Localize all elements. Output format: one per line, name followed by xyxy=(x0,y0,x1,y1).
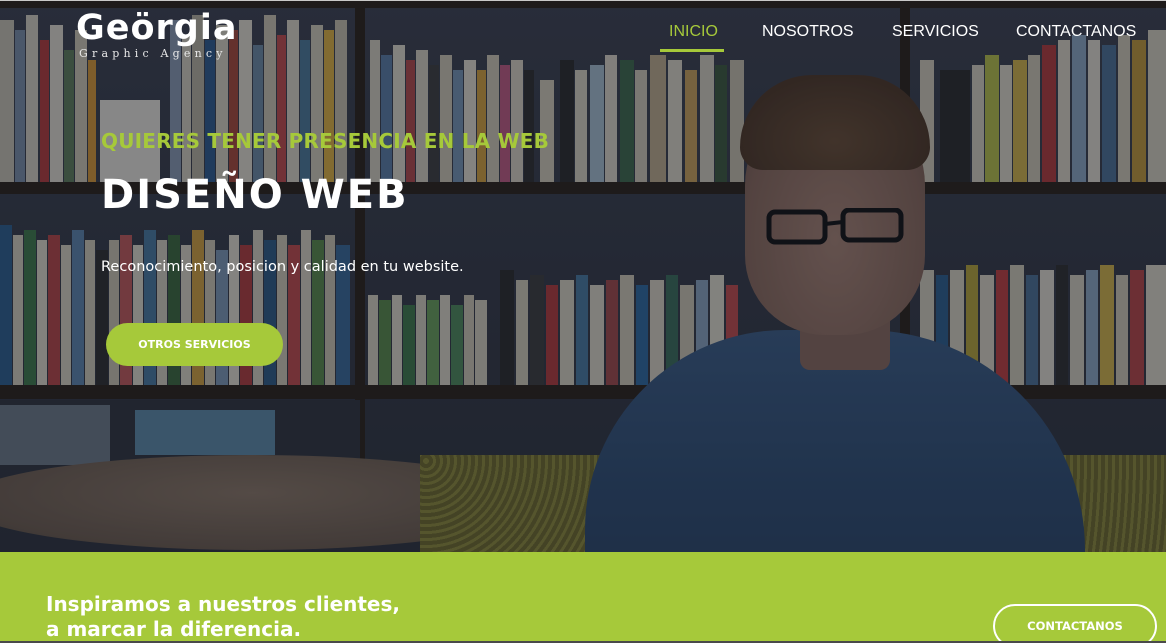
hero-headline: DISEÑO WEB xyxy=(101,172,409,218)
top-border xyxy=(0,0,1166,1)
hero-kicker: QUIERES TENER PRESENCIA EN LA WEB xyxy=(101,129,550,153)
hero-section xyxy=(0,0,1166,552)
band-title-line-2: a marcar la diferencia. xyxy=(46,617,302,641)
logo-tagline: Graphic Agency xyxy=(79,47,227,60)
other-services-button[interactable]: OTROS SERVICIOS xyxy=(106,323,283,366)
band-title-line-1: Inspiramos a nuestros clientes, xyxy=(46,592,400,616)
nav-item-servicios[interactable]: SERVICIOS xyxy=(892,21,979,51)
nav-item-contactanos[interactable]: CONTACTANOS xyxy=(1016,21,1136,51)
hero-subtext: Reconocimiento, posicion y calidad en tu… xyxy=(101,259,464,275)
logo-name: Geörgia xyxy=(76,8,238,48)
nav-active-indicator xyxy=(660,49,724,52)
cta-band: Inspiramos a nuestros clientes, a marcar… xyxy=(0,552,1166,643)
hero-overlay xyxy=(0,0,1166,552)
nav-item-nosotros[interactable]: NOSOTROS xyxy=(762,21,854,51)
contact-button[interactable]: CONTACTANOS xyxy=(993,604,1157,643)
nav-item-inicio[interactable]: INICIO xyxy=(669,21,718,51)
band-title: Inspiramos a nuestros clientes, a marcar… xyxy=(46,592,400,642)
logo[interactable]: Geörgia Graphic Agency xyxy=(76,10,237,60)
